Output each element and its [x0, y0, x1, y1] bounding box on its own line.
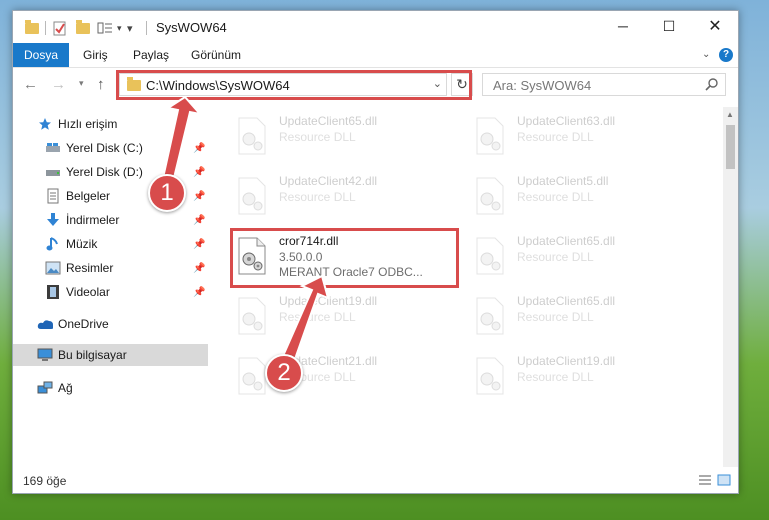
file-item[interactable]: UpdateClient21.dll Resource DLL	[229, 351, 453, 403]
music-icon	[45, 236, 61, 252]
back-button[interactable]: ←	[23, 76, 38, 93]
sidebar-item-quick-access[interactable]: Hızlı erişim	[13, 113, 208, 135]
dll-file-icon	[476, 237, 504, 275]
tab-share[interactable]: Paylaş	[133, 43, 169, 67]
drive-icon	[45, 140, 61, 156]
file-item[interactable]: UpdateClient65.dll Resource DLL	[467, 291, 691, 343]
dll-file-icon	[476, 177, 504, 215]
up-button[interactable]: ↑	[97, 76, 105, 93]
pin-icon[interactable]: 📌	[193, 143, 205, 154]
pin-icon[interactable]: 📌	[193, 215, 205, 226]
minimize-button[interactable]: ─	[600, 11, 646, 41]
search-input[interactable]: Ara: SysWOW64	[482, 73, 726, 96]
scroll-up-icon[interactable]: ▲	[726, 110, 734, 119]
sidebar-item-music[interactable]: Müzik 📌	[13, 233, 208, 255]
address-highlight-box	[116, 70, 472, 100]
file-item[interactable]: UpdateClient63.dll Resource DLL	[467, 111, 691, 163]
tab-view[interactable]: Görünüm	[191, 43, 241, 67]
item-count: 169 öğe	[23, 474, 67, 488]
file-item[interactable]: UpdateClient19.dll Resource DLL	[467, 351, 691, 403]
file-item[interactable]: UpdateClient5.dll Resource DLL	[467, 171, 691, 223]
sidebar-item-network[interactable]: Ağ	[13, 377, 208, 399]
pictures-icon	[45, 260, 61, 276]
dll-file-icon	[238, 177, 266, 215]
tab-home[interactable]: Giriş	[83, 43, 108, 67]
chevron-down-icon[interactable]: ▾	[117, 20, 122, 36]
download-icon	[45, 212, 61, 228]
dll-file-icon	[476, 357, 504, 395]
sidebar-item-disk-c[interactable]: Yerel Disk (C:) 📌	[13, 137, 208, 159]
pin-icon[interactable]: 📌	[193, 287, 205, 298]
view-toggle-icon[interactable]	[97, 20, 115, 36]
scrollbar-thumb[interactable]	[726, 125, 735, 169]
help-icon[interactable]: ?	[719, 48, 733, 62]
cloud-icon	[37, 316, 53, 332]
expand-ribbon-icon[interactable]: ⌄	[702, 43, 710, 67]
dll-file-icon	[476, 297, 504, 335]
sidebar-item-pictures[interactable]: Resimler 📌	[13, 257, 208, 279]
search-icon[interactable]	[705, 77, 719, 94]
star-icon	[37, 116, 53, 132]
dll-file-icon	[238, 117, 266, 155]
video-icon	[45, 284, 61, 300]
sidebar-item-onedrive[interactable]: OneDrive	[13, 313, 208, 335]
pin-icon[interactable]: 📌	[193, 191, 205, 202]
pin-icon[interactable]: 📌	[193, 167, 205, 178]
title-separator	[146, 20, 147, 36]
file-item[interactable]: UpdateClient42.dll Resource DLL	[229, 171, 453, 223]
customize-toolbar-icon[interactable]: ▾	[127, 20, 133, 36]
navigation-pane: Hızlı erişim Yerel Disk (C:) 📌 Yerel Dis…	[13, 107, 208, 467]
network-icon	[37, 380, 53, 396]
file-highlight-box	[230, 228, 459, 288]
dll-file-icon	[238, 357, 266, 395]
sidebar-item-videos[interactable]: Videolar 📌	[13, 281, 208, 303]
quick-access-separator	[45, 20, 46, 36]
ribbon: Dosya Giriş Paylaş Görünüm ⌄ ?	[13, 43, 738, 68]
maximize-button[interactable]: ☐	[646, 11, 692, 41]
pin-icon[interactable]: 📌	[193, 263, 205, 274]
search-placeholder: Ara: SysWOW64	[493, 78, 592, 93]
status-bar: 169 öğe	[13, 467, 738, 493]
file-item[interactable]: UpdateClient65.dll Resource DLL	[229, 111, 453, 163]
pin-icon[interactable]: 📌	[193, 239, 205, 250]
recent-locations-icon[interactable]: ▾	[79, 78, 84, 89]
dll-file-icon	[476, 117, 504, 155]
title-bar: ▾ ▾ SysWOW64 ─ ☐ ✕	[13, 11, 738, 43]
file-item[interactable]: UpdateClient19.dll Resource DLL	[229, 291, 453, 343]
properties-icon[interactable]	[53, 20, 67, 36]
tab-file[interactable]: Dosya	[13, 43, 69, 67]
window-title: SysWOW64	[156, 20, 227, 35]
drive-icon	[45, 164, 61, 180]
sidebar-item-this-pc[interactable]: Bu bilgisayar	[13, 344, 208, 366]
sidebar-item-downloads[interactable]: İndirmeler 📌	[13, 209, 208, 231]
documents-icon	[45, 188, 61, 204]
dll-file-icon	[238, 297, 266, 335]
forward-button[interactable]: →	[51, 76, 66, 93]
details-view-icon[interactable]	[698, 474, 712, 486]
vertical-scrollbar[interactable]: ▲	[723, 107, 738, 467]
computer-icon	[37, 347, 53, 363]
large-icons-view-icon[interactable]	[717, 474, 731, 486]
file-item[interactable]: UpdateClient65.dll Resource DLL	[467, 231, 691, 283]
callout-1: 1	[148, 174, 186, 212]
callout-2: 2	[265, 354, 303, 392]
quick-access-folder-icon[interactable]	[25, 19, 39, 36]
new-folder-icon[interactable]	[76, 19, 90, 36]
close-button[interactable]: ✕	[692, 11, 738, 41]
